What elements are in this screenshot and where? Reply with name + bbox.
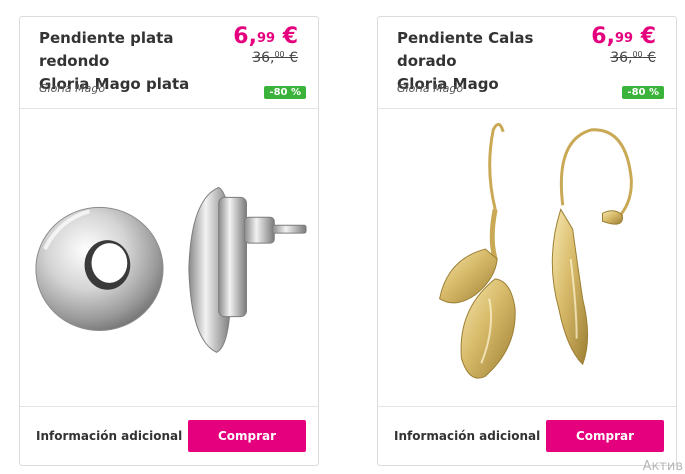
buy-button[interactable]: Comprar bbox=[546, 420, 664, 452]
divider bbox=[20, 406, 318, 407]
price-cents: 99 bbox=[614, 31, 634, 46]
old-price-cents: 00 bbox=[632, 50, 643, 59]
watermark-text: Актив bbox=[642, 459, 683, 474]
old-price-currency: € bbox=[642, 50, 656, 66]
old-price-cents: 00 bbox=[274, 50, 285, 59]
product-title-line-1[interactable]: Pendiente Calas dorado bbox=[397, 27, 597, 73]
divider bbox=[378, 406, 676, 407]
old-price-main: 36, bbox=[610, 50, 633, 66]
discount-badge: -80 % bbox=[264, 86, 306, 99]
price-currency: € bbox=[633, 24, 656, 49]
product-image[interactable] bbox=[20, 109, 318, 406]
product-card[interactable]: Pendiente plata redondo Gloria Mago plat… bbox=[19, 16, 319, 466]
old-price-currency: € bbox=[284, 50, 298, 66]
old-price: 36,00 € bbox=[252, 50, 298, 66]
price-main: 6, bbox=[591, 24, 615, 49]
old-price: 36,00 € bbox=[610, 50, 656, 66]
price-currency: € bbox=[275, 24, 298, 49]
current-price: 6,99 € bbox=[591, 23, 656, 51]
old-price-main: 36, bbox=[252, 50, 275, 66]
price-main: 6, bbox=[233, 24, 257, 49]
current-price: 6,99 € bbox=[233, 23, 298, 51]
product-title-line-1[interactable]: Pendiente plata redondo bbox=[39, 27, 239, 73]
price-cents: 99 bbox=[256, 31, 276, 46]
brand-name: Gloria Mago bbox=[397, 82, 464, 95]
more-info-link[interactable]: Información adicional bbox=[36, 429, 182, 443]
buy-button[interactable]: Comprar bbox=[188, 420, 306, 452]
more-info-link[interactable]: Información adicional bbox=[394, 429, 540, 443]
brand-name: Gloria Mago bbox=[39, 82, 106, 95]
product-image[interactable] bbox=[378, 109, 676, 406]
product-card[interactable]: Pendiente Calas dorado Gloria Mago 6,99 … bbox=[377, 16, 677, 466]
discount-badge: -80 % bbox=[622, 86, 664, 99]
